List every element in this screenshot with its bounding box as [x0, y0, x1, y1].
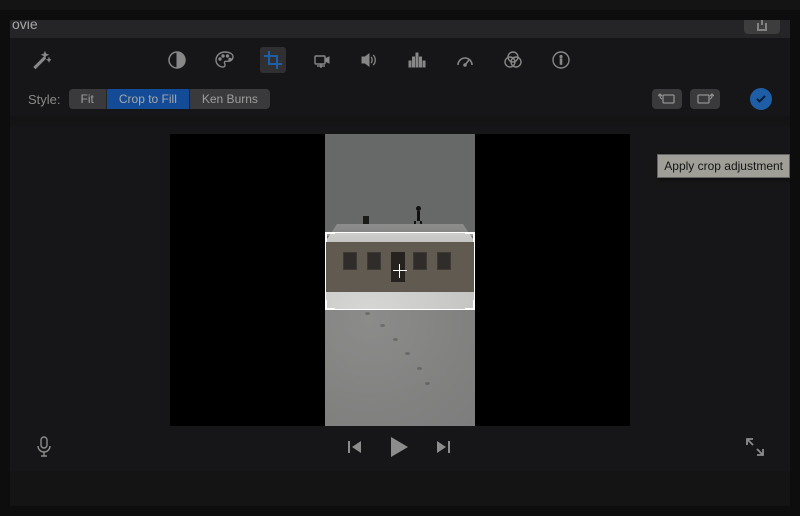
next-frame-button[interactable] [435, 439, 451, 460]
magic-wand-button[interactable] [28, 47, 54, 73]
crop-center-cross [393, 264, 407, 278]
checkmark-icon [755, 93, 767, 105]
apply-crop-tooltip: Apply crop adjustment [657, 154, 790, 178]
contrast-icon [168, 51, 186, 69]
previous-icon [347, 439, 363, 455]
play-button[interactable] [389, 436, 409, 463]
color-correction-button[interactable] [212, 47, 238, 73]
style-label: Style: [28, 92, 61, 107]
info-button[interactable] [548, 47, 574, 73]
noise-reduction-button[interactable] [404, 47, 430, 73]
adjust-toolbar [10, 38, 790, 82]
color-balance-button[interactable] [164, 47, 190, 73]
crop-handle-bl[interactable] [325, 300, 335, 310]
crop-button[interactable] [260, 47, 286, 73]
apply-crop-button[interactable] [750, 88, 772, 110]
style-option-ken-burns[interactable]: Ken Burns [190, 89, 270, 109]
window-title: ovie [10, 16, 38, 32]
rotate-ccw-button[interactable] [652, 89, 682, 109]
color-filter-button[interactable] [500, 47, 526, 73]
title-bar: ovie [10, 10, 790, 38]
voiceover-button[interactable] [36, 436, 52, 463]
crop-rectangle[interactable] [325, 232, 475, 310]
fullscreen-button[interactable] [746, 438, 764, 461]
style-segmented-control: Fit Crop to Fill Ken Burns [69, 89, 270, 109]
stabilization-button[interactable] [308, 47, 334, 73]
volume-button[interactable] [356, 47, 382, 73]
preview-clip [325, 134, 475, 426]
crop-handle-tr[interactable] [465, 232, 475, 242]
fullscreen-icon [746, 438, 764, 456]
style-option-crop-to-fill[interactable]: Crop to Fill [107, 89, 190, 109]
color-palette-icon [215, 51, 235, 69]
previous-frame-button[interactable] [347, 439, 363, 460]
microphone-icon [36, 436, 52, 458]
magic-wand-icon [31, 50, 51, 70]
crop-style-bar: Style: Fit Crop to Fill Ken Burns [10, 82, 790, 116]
info-icon [552, 51, 570, 69]
play-icon [389, 436, 409, 458]
color-filter-icon [503, 51, 523, 69]
camera-stabilize-icon [312, 51, 330, 69]
rotate-cw-button[interactable] [690, 89, 720, 109]
speed-gauge-icon [456, 51, 474, 69]
rotate-ccw-icon [658, 93, 676, 105]
volume-icon [360, 51, 378, 69]
crop-handle-br[interactable] [465, 300, 475, 310]
next-icon [435, 439, 451, 455]
playback-controls [10, 426, 790, 465]
crop-handle-tl[interactable] [325, 232, 335, 242]
share-icon [756, 17, 768, 31]
rotate-cw-icon [696, 93, 714, 105]
preview-canvas[interactable] [170, 134, 630, 426]
equalizer-icon [408, 51, 426, 69]
speed-button[interactable] [452, 47, 478, 73]
style-option-fit[interactable]: Fit [69, 89, 107, 109]
share-button[interactable] [744, 14, 780, 34]
crop-icon [264, 51, 282, 69]
